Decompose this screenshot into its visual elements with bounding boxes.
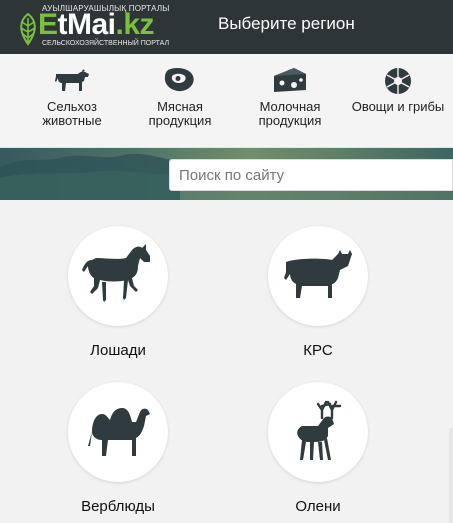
category-meat-products[interactable]: Мясная продукция xyxy=(130,64,230,128)
category-label-line2: животные xyxy=(42,113,102,128)
site-search-input[interactable] xyxy=(169,159,453,191)
category-label-line1: Сельхоз xyxy=(47,99,97,114)
logo-brand-main: tMai xyxy=(57,8,117,41)
animal-icon-circle xyxy=(68,382,168,482)
animal-name: Лошади xyxy=(90,342,146,359)
animal-name: КРС xyxy=(303,342,333,359)
animal-categories-grid: Лошади КРС Верблюды Олени xyxy=(0,200,453,523)
deer-icon xyxy=(297,400,342,460)
region-selector[interactable]: Выберите регион xyxy=(218,14,355,34)
category-label-line1: Мясная xyxy=(157,99,203,114)
category-label-line2: продукция xyxy=(148,113,212,128)
cow-icon xyxy=(55,69,89,91)
site-header: АУЫЛШАРУАШЫЛЫҚ ПОРТАЛЫ EtMai.kz СЕЛЬСКОХ… xyxy=(0,0,453,54)
meat-icon xyxy=(164,68,194,92)
category-label-line1: Молочная xyxy=(259,99,321,114)
logo-brand-text: EtMai.kz xyxy=(38,8,155,42)
right-edge-divider xyxy=(449,428,453,523)
animal-name: Олени xyxy=(295,498,341,515)
animal-card-cattle[interactable]: КРС xyxy=(248,226,388,359)
animal-card-camels[interactable]: Верблюды xyxy=(48,382,188,515)
animal-card-horses[interactable]: Лошади xyxy=(48,226,188,359)
animal-card-deer[interactable]: Олени xyxy=(248,382,388,515)
category-label: Сельхоз животные xyxy=(22,100,122,128)
logo-tagline-ru: СЕЛЬСКОХОЗЯЙСТВЕННЫЙ ПОРТАЛ xyxy=(42,40,170,47)
category-vegetables-mushrooms[interactable]: Овощи и грибы xyxy=(348,64,448,114)
animal-name: Верблюды xyxy=(81,498,155,515)
vegetables-icon xyxy=(385,68,411,94)
category-label-line2: продукция xyxy=(258,113,322,128)
cattle-icon xyxy=(284,250,352,298)
category-label: Мясная продукция xyxy=(130,100,230,128)
animal-icon-circle xyxy=(268,226,368,326)
animal-icon-circle xyxy=(268,382,368,482)
leaf-logo-icon xyxy=(20,12,36,46)
logo-brand-suffix: .kz xyxy=(115,8,155,41)
category-label: Овощи и грибы xyxy=(348,100,448,114)
category-dairy-products[interactable]: Молочная продукция xyxy=(240,64,340,128)
animal-icon-circle xyxy=(68,226,168,326)
camel-icon xyxy=(88,408,150,456)
category-bar: Сельхоз животные Мясная продукция Молочн… xyxy=(0,54,453,148)
category-label: Молочная продукция xyxy=(240,100,340,128)
site-logo[interactable]: АУЫЛШАРУАШЫЛЫҚ ПОРТАЛЫ EtMai.kz СЕЛЬСКОХ… xyxy=(16,4,176,50)
category-label-line1: Овощи и грибы xyxy=(351,99,445,114)
cheese-icon xyxy=(274,68,306,92)
logo-brand-prefix: E xyxy=(38,8,58,41)
horse-icon xyxy=(82,244,150,302)
category-farm-animals[interactable]: Сельхоз животные xyxy=(22,64,122,128)
